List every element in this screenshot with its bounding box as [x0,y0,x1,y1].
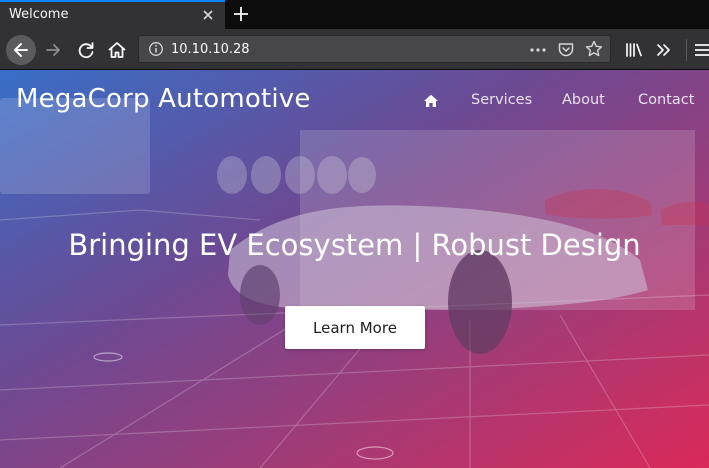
home-icon[interactable] [103,36,131,64]
nav-link-about[interactable]: About [562,92,605,108]
hero-headline: Bringing EV Ecosystem | Robust Design [68,228,641,262]
site-brand[interactable]: MegaCorp Automotive [16,84,311,114]
toolbar-separator [686,39,687,61]
address-bar[interactable]: 10.10.10.28 [138,35,611,63]
reload-icon[interactable] [72,36,100,64]
back-button[interactable] [6,35,36,65]
hamburger-menu-icon[interactable] [690,36,709,64]
nav-home-icon[interactable] [423,93,439,109]
url-text: 10.10.10.28 [171,42,250,57]
new-tab-icon[interactable] [230,3,252,25]
nav-link-contact[interactable]: Contact [638,92,694,108]
page-actions-icon[interactable] [528,40,548,60]
pocket-icon[interactable] [556,40,576,60]
tab-title: Welcome [9,7,69,22]
web-page: MegaCorp Automotive Services About Conta… [0,70,709,468]
overflow-chevron-icon[interactable] [650,36,678,64]
nav-link-services[interactable]: Services [471,92,532,108]
info-icon[interactable] [148,41,164,57]
back-arrow-icon [14,43,28,57]
active-tab[interactable]: Welcome [0,0,225,29]
bookmark-star-icon[interactable] [584,39,604,59]
library-icon[interactable] [620,36,648,64]
close-tab-icon[interactable] [201,8,215,22]
showroom-background-image [0,98,709,468]
tab-strip: Welcome [0,0,709,29]
learn-more-button[interactable]: Learn More [285,306,425,349]
navigation-toolbar: 10.10.10.28 [0,29,709,70]
forward-icon[interactable] [40,36,68,64]
